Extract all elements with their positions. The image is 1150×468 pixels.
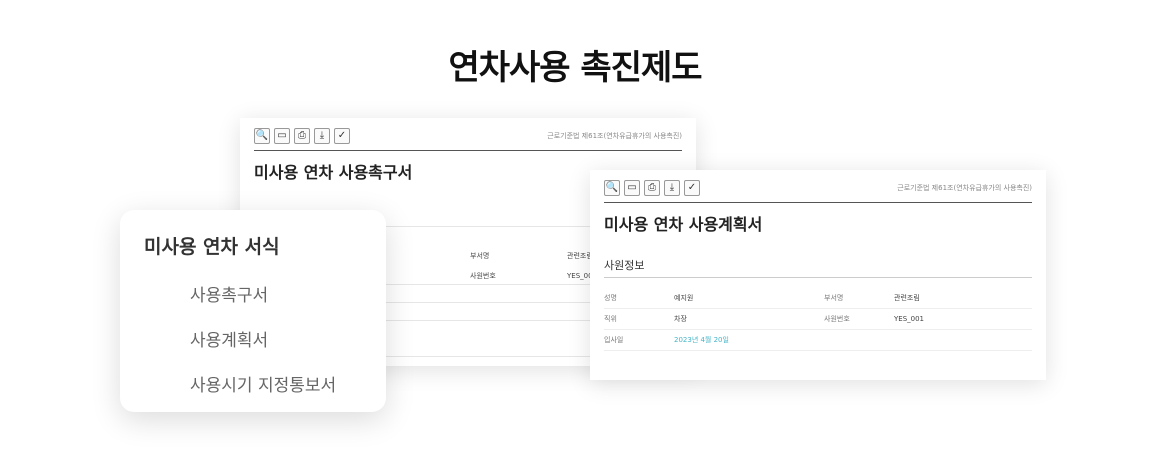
law-reference: 근로기준법 제61조(연차유급휴가의 사용촉진) (897, 184, 1032, 192)
download-icon[interactable]: ⤓ (314, 128, 330, 144)
table-cell: 입사일 (604, 329, 674, 351)
hire-date-value: 2023년 4월 20일 (674, 329, 824, 351)
page-title: 연차사용 촉진제도 (448, 48, 702, 88)
menu-item-reminder[interactable]: 사용촉구서 (144, 271, 362, 316)
monitor-icon[interactable]: ▭ (624, 180, 640, 196)
document-toolbar: 🔍 ▭ ⎙ ⤓ ✓ 근로기준법 제61조(연차유급휴가의 사용촉진) (254, 128, 682, 151)
print-icon[interactable]: ⎙ (294, 128, 310, 144)
table-row: 직위 차장 사원번호 YES_001 (604, 308, 1032, 330)
download-icon[interactable]: ⤓ (664, 180, 680, 196)
table-cell: 차장 (674, 308, 824, 330)
table-header: 부서명 (470, 252, 490, 260)
document-title: 미사용 연차 사용계획서 (604, 215, 763, 234)
table-cell: YES_001 (894, 308, 1032, 330)
form-menu-card: 미사용 연차 서식 사용촉구서 사용계획서 사용시기 지정통보서 (120, 210, 386, 412)
table-cell: 사원번호 (824, 308, 894, 330)
table-cell (824, 329, 894, 351)
table-row: 성명 예지원 부서명 관련조림 (604, 288, 1032, 309)
menu-title: 미사용 연차 서식 (144, 236, 280, 258)
table-cell (894, 329, 1032, 351)
section-title: 사원정보 (604, 257, 1032, 278)
check-icon[interactable]: ✓ (684, 180, 700, 196)
usage-plan-document: 🔍 ▭ ⎙ ⤓ ✓ 근로기준법 제61조(연차유급휴가의 사용촉진) 미사용 연… (590, 170, 1046, 380)
table-cell: 예지원 (674, 288, 824, 309)
table-cell: 관련조림 (894, 288, 1032, 309)
menu-item-designation-notice[interactable]: 사용시기 지정통보서 (144, 361, 362, 406)
table-cell: 직위 (604, 308, 674, 330)
check-icon[interactable]: ✓ (334, 128, 350, 144)
table-cell: 부서명 (824, 288, 894, 309)
search-icon[interactable]: 🔍 (604, 180, 620, 196)
table-cell: 성명 (604, 288, 674, 309)
print-icon[interactable]: ⎙ (644, 180, 660, 196)
menu-item-plan[interactable]: 사용계획서 (144, 316, 362, 361)
search-icon[interactable]: 🔍 (254, 128, 270, 144)
law-reference: 근로기준법 제61조(연차유급휴가의 사용촉진) (547, 132, 682, 140)
document-toolbar: 🔍 ▭ ⎙ ⤓ ✓ 근로기준법 제61조(연차유급휴가의 사용촉진) (604, 180, 1032, 203)
table-cell: 사원번호 (470, 272, 496, 280)
employee-info-table: 성명 예지원 부서명 관련조림 직위 차장 사원번호 YES_001 입사일 2… (604, 288, 1032, 351)
monitor-icon[interactable]: ▭ (274, 128, 290, 144)
table-row: 입사일 2023년 4월 20일 (604, 329, 1032, 351)
